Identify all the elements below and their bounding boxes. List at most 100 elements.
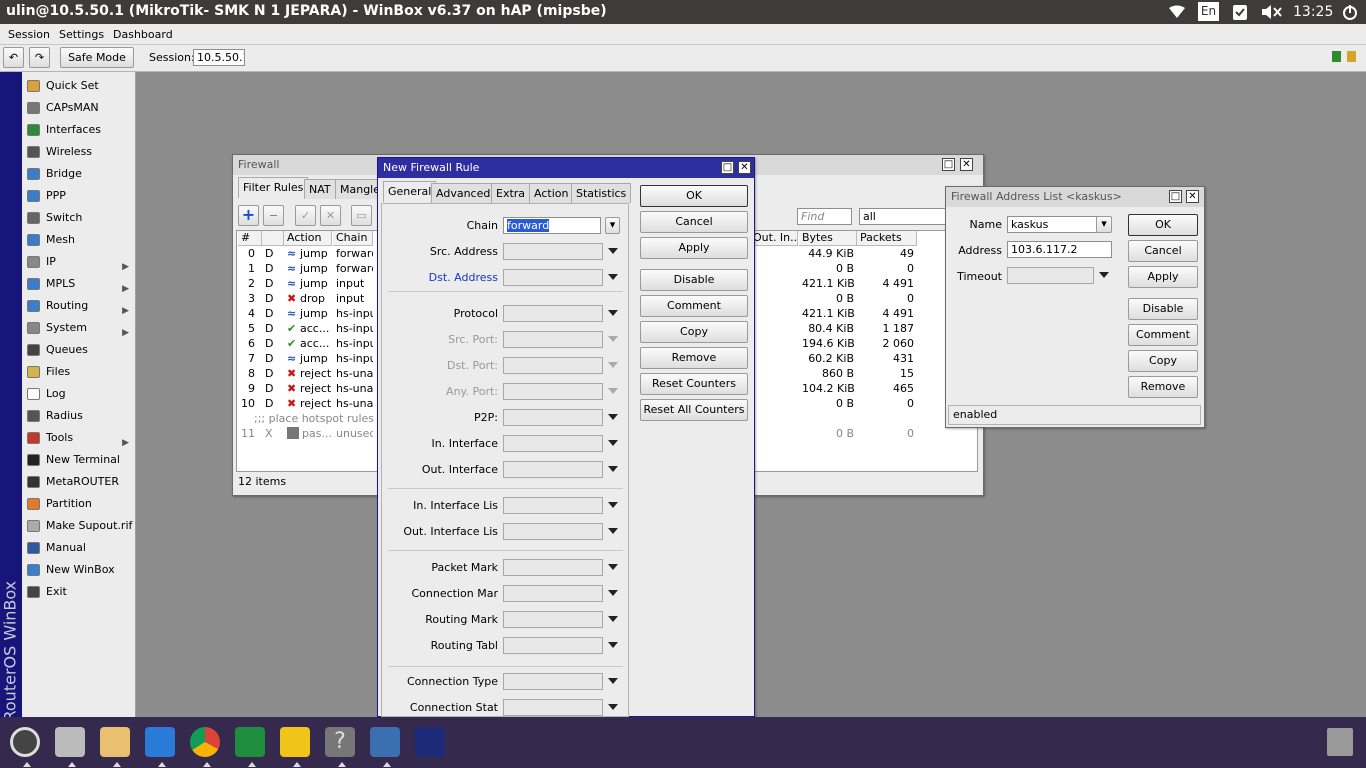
out-interface-lis-dropdown-icon[interactable] — [608, 528, 618, 534]
keyboard-layout-indicator[interactable]: En — [1198, 2, 1219, 21]
in-interface-field[interactable] — [503, 435, 603, 452]
trash-icon[interactable] — [1327, 728, 1353, 756]
maximize-button[interactable]: □ — [1169, 190, 1182, 203]
maximize-button[interactable]: □ — [721, 161, 734, 174]
sidebar-item-wireless[interactable]: Wireless — [24, 141, 135, 163]
copy-button[interactable]: Copy — [640, 321, 748, 343]
reset-all-counters-button[interactable]: Reset All Counters — [640, 399, 748, 421]
reset-counters-button[interactable]: Reset Counters — [640, 373, 748, 395]
settings-icon[interactable] — [10, 727, 40, 757]
connection-type-dropdown-icon[interactable] — [608, 678, 618, 684]
src-address-field[interactable] — [503, 243, 603, 260]
src-port-dropdown-icon[interactable] — [608, 336, 618, 342]
sidebar-item-exit[interactable]: Exit — [24, 581, 135, 603]
remove-button[interactable]: − — [263, 205, 284, 226]
column-header[interactable]: Out. In... — [750, 231, 798, 246]
sidebar-item-switch[interactable]: Switch — [24, 207, 135, 229]
out-interface-dropdown-icon[interactable] — [608, 466, 618, 472]
clock[interactable]: 13:25 — [1293, 4, 1333, 20]
sidebar-item-partition[interactable]: Partition — [24, 493, 135, 515]
wps-icon[interactable] — [145, 727, 175, 757]
close-button[interactable]: ✕ — [960, 158, 973, 171]
winbox-icon[interactable] — [370, 727, 400, 757]
sidebar-item-radius[interactable]: Radius — [24, 405, 135, 427]
column-header[interactable]: Chain — [333, 231, 373, 246]
tab-filter-rules[interactable]: Filter Rules — [238, 177, 309, 198]
p2p-field[interactable] — [503, 409, 603, 426]
routing-tabl-dropdown-icon[interactable] — [608, 642, 618, 648]
sidebar-item-routing[interactable]: Routing ▶ — [24, 295, 135, 317]
cancel-button[interactable]: Cancel — [1128, 240, 1198, 262]
ok-button[interactable]: OK — [640, 185, 748, 207]
help-icon[interactable]: ? — [325, 727, 355, 757]
power-icon[interactable] — [1342, 5, 1358, 20]
sidebar-item-new-winbox[interactable]: New WinBox — [24, 559, 135, 581]
timeout-field[interactable] — [1007, 267, 1094, 284]
connection-stat-field[interactable] — [503, 699, 603, 716]
sidebar-item-quick-set[interactable]: Quick Set — [24, 75, 135, 97]
address-field[interactable]: 103.6.117.2 — [1007, 241, 1112, 258]
sidebar-item-queues[interactable]: Queues — [24, 339, 135, 361]
connection-mar-dropdown-icon[interactable] — [608, 590, 618, 596]
chain-dropdown[interactable]: ▾ — [605, 217, 620, 234]
remove-button[interactable]: Remove — [640, 347, 748, 369]
comment-button[interactable]: Comment — [1128, 324, 1198, 346]
close-button[interactable]: ✕ — [738, 161, 751, 174]
redo-button[interactable]: ↷ — [29, 47, 50, 68]
column-header[interactable]: # — [238, 231, 262, 246]
protocol-field[interactable] — [503, 305, 603, 322]
comment-button[interactable]: ▭ — [351, 205, 372, 226]
routing-tabl-field[interactable] — [503, 637, 603, 654]
ok-button[interactable]: OK — [1128, 214, 1198, 236]
connection-mar-field[interactable] — [503, 585, 603, 602]
remove-button[interactable]: Remove — [1128, 376, 1198, 398]
dst-address-dropdown-icon[interactable] — [608, 274, 618, 280]
tab-advanced[interactable]: Advanced — [431, 183, 496, 203]
sidebar-item-mpls[interactable]: MPLS ▶ — [24, 273, 135, 295]
menu-settings[interactable]: Settings — [59, 28, 104, 41]
safe-mode-button[interactable]: Safe Mode — [60, 47, 134, 68]
close-button[interactable]: ✕ — [1186, 190, 1199, 203]
apply-button[interactable]: Apply — [640, 237, 748, 259]
tab-statistics[interactable]: Statistics — [571, 183, 632, 203]
packet-mark-field[interactable] — [503, 559, 603, 576]
in-interface-lis-dropdown-icon[interactable] — [608, 502, 618, 508]
timeout-dropdown[interactable] — [1099, 272, 1109, 278]
comment-button[interactable]: Comment — [640, 295, 748, 317]
name-dropdown[interactable]: ▾ — [1096, 216, 1112, 233]
column-header[interactable]: Action — [284, 231, 332, 246]
src-port-field[interactable] — [503, 331, 603, 348]
inkscape-icon[interactable] — [280, 727, 310, 757]
connection-type-field[interactable] — [503, 673, 603, 690]
column-header[interactable]: Packets — [857, 231, 917, 246]
dst-port-field[interactable] — [503, 357, 603, 374]
sidebar-item-system[interactable]: System ▶ — [24, 317, 135, 339]
cancel-button[interactable]: Cancel — [640, 211, 748, 233]
rule-window-title[interactable]: New Firewall Rule — [378, 158, 754, 178]
sidebar-item-mesh[interactable]: Mesh — [24, 229, 135, 251]
volume-muted-icon[interactable] — [1261, 5, 1283, 19]
column-header[interactable]: Bytes — [799, 231, 857, 246]
disable-button[interactable]: Disable — [1128, 298, 1198, 320]
out-interface-field[interactable] — [503, 461, 603, 478]
spreadsheet-icon[interactable] — [235, 727, 265, 757]
p2p-dropdown-icon[interactable] — [608, 414, 618, 420]
disable-button[interactable]: Disable — [640, 269, 748, 291]
sidebar-item-files[interactable]: Files — [24, 361, 135, 383]
wifi-icon[interactable] — [1168, 5, 1186, 19]
apply-button[interactable]: Apply — [1128, 266, 1198, 288]
any-port-field[interactable] — [503, 383, 603, 400]
name-field[interactable]: kaskus — [1007, 216, 1100, 233]
sidebar-item-capsman[interactable]: CAPsMAN — [24, 97, 135, 119]
routing-mark-dropdown-icon[interactable] — [608, 616, 618, 622]
tab-nat[interactable]: NAT — [304, 179, 336, 199]
address-list-title[interactable]: Firewall Address List <kaskus> — [946, 187, 1204, 207]
dst-address-field[interactable] — [503, 269, 603, 286]
maximize-button[interactable]: □ — [942, 158, 955, 171]
sidebar-item-log[interactable]: Log — [24, 383, 135, 405]
routing-mark-field[interactable] — [503, 611, 603, 628]
sidebar-item-ip[interactable]: IP ▶ — [24, 251, 135, 273]
sidebar-item-new-terminal[interactable]: New Terminal — [24, 449, 135, 471]
sidebar-item-make-supout-rif[interactable]: Make Supout.rif — [24, 515, 135, 537]
files-icon[interactable] — [55, 727, 85, 757]
